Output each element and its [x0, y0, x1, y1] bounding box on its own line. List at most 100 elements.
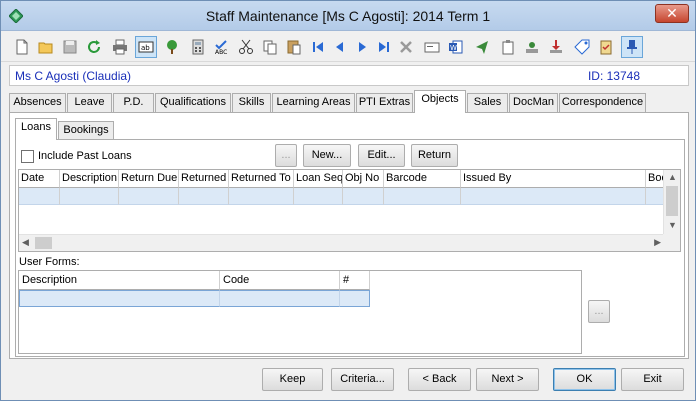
table-cell[interactable]: [294, 188, 343, 205]
tab-absences[interactable]: Absences: [9, 93, 66, 112]
tab-pti-extras[interactable]: PTI Extras: [356, 93, 413, 112]
last-record-icon[interactable]: [373, 36, 395, 58]
column-header-loan-seq[interactable]: Loan Seq: [294, 170, 343, 188]
card-icon[interactable]: [421, 36, 443, 58]
column-header-issued-by[interactable]: Issued By: [461, 170, 646, 188]
tab-sales[interactable]: Sales: [467, 93, 508, 112]
table-cell[interactable]: [229, 188, 294, 205]
column-header-returned-to[interactable]: Returned To: [229, 170, 294, 188]
staff-maintenance-window: Staff Maintenance [Ms C Agosti]: 2014 Te…: [0, 0, 696, 401]
column-header-returned[interactable]: Returned: [179, 170, 229, 188]
new-loan-button[interactable]: New...: [303, 144, 351, 167]
horizontal-scrollbar[interactable]: ◀ ▶: [19, 234, 665, 251]
column-header-obj-no[interactable]: Obj No: [343, 170, 384, 188]
close-button[interactable]: ✕: [655, 4, 689, 23]
print-icon[interactable]: [109, 36, 131, 58]
column-header-return-due[interactable]: Return Due: [119, 170, 179, 188]
column-header-number[interactable]: #: [340, 271, 370, 290]
tag-icon[interactable]: [571, 36, 593, 58]
download-icon[interactable]: [545, 36, 567, 58]
column-header-barcode[interactable]: Barcode: [384, 170, 461, 188]
ok-button[interactable]: OK: [553, 368, 616, 391]
tab-correspondence[interactable]: Correspondence: [559, 93, 646, 112]
checklist-icon[interactable]: [595, 36, 617, 58]
copy-icon[interactable]: [259, 36, 281, 58]
column-header-date[interactable]: Date: [19, 170, 60, 188]
first-record-icon[interactable]: [307, 36, 329, 58]
table-cell[interactable]: [19, 290, 220, 307]
tab-leave[interactable]: Leave: [67, 93, 112, 112]
tab-learning-areas[interactable]: Learning Areas: [272, 93, 355, 112]
window-title: Staff Maintenance [Ms C Agosti]: 2014 Te…: [205, 8, 491, 24]
table-cell[interactable]: [384, 188, 461, 205]
user-forms-label: User Forms:: [19, 256, 80, 268]
subtab-loans[interactable]: Loans: [15, 118, 57, 140]
table-cell[interactable]: [179, 188, 229, 205]
edit-loan-button[interactable]: Edit...: [358, 144, 405, 167]
table-cell[interactable]: [19, 188, 60, 205]
pin-icon[interactable]: [621, 36, 643, 58]
paste-icon[interactable]: [283, 36, 305, 58]
previous-record-icon[interactable]: [329, 36, 351, 58]
text-field-icon[interactable]: ab: [135, 36, 157, 58]
loans-table[interactable]: Date Description Return Due Returned Ret…: [18, 169, 681, 252]
student-id: ID: 13748: [587, 69, 640, 83]
table-cell[interactable]: [119, 188, 179, 205]
column-header-description[interactable]: Description: [60, 170, 119, 188]
scroll-right-arrow-icon[interactable]: ▶: [654, 237, 661, 248]
tab-docman[interactable]: DocMan: [509, 93, 558, 112]
svg-text:W: W: [450, 44, 457, 52]
back-button[interactable]: < Back: [408, 368, 471, 391]
toolbar: ab ABC W: [1, 32, 695, 62]
student-info-bar: Ms C Agosti (Claudia) ID: 13748: [9, 65, 689, 86]
refresh-icon[interactable]: [83, 36, 105, 58]
svg-text:ABC: ABC: [215, 49, 227, 55]
spellcheck-icon[interactable]: ABC: [211, 36, 233, 58]
vertical-scroll-thumb[interactable]: [666, 186, 678, 216]
table-cell[interactable]: [60, 188, 119, 205]
save-icon[interactable]: [59, 36, 81, 58]
next-button[interactable]: Next >: [476, 368, 539, 391]
keep-button[interactable]: Keep: [262, 368, 323, 391]
delete-icon[interactable]: [395, 36, 417, 58]
table-cell[interactable]: [220, 290, 340, 307]
table-cell[interactable]: [343, 188, 384, 205]
subtab-bookings[interactable]: Bookings: [58, 121, 114, 139]
calculator-icon[interactable]: [187, 36, 209, 58]
table-cell[interactable]: [340, 290, 370, 307]
tab-skills[interactable]: Skills: [232, 93, 271, 112]
loans-panel: Include Past Loans ... New... Edit... Re…: [15, 139, 685, 357]
send-icon[interactable]: [471, 36, 493, 58]
return-loan-button[interactable]: Return: [411, 144, 458, 167]
checkbox-box[interactable]: [21, 150, 34, 163]
column-header-code[interactable]: Code: [220, 271, 340, 290]
include-past-loans-label: Include Past Loans: [38, 150, 132, 162]
title-bar: Staff Maintenance [Ms C Agosti]: 2014 Te…: [1, 1, 695, 31]
stamp-icon[interactable]: [521, 36, 543, 58]
scroll-up-arrow-icon[interactable]: ▲: [668, 172, 677, 182]
svg-text:ab: ab: [141, 44, 150, 52]
cut-icon[interactable]: [235, 36, 257, 58]
tab-objects[interactable]: Objects: [414, 90, 466, 113]
table-cell[interactable]: [461, 188, 646, 205]
word-icon[interactable]: W: [445, 36, 467, 58]
clipboard-icon[interactable]: [497, 36, 519, 58]
user-forms-ellipsis-button[interactable]: ...: [588, 300, 610, 323]
loans-ellipsis-button[interactable]: ...: [275, 144, 297, 167]
user-forms-table[interactable]: Description Code #: [18, 270, 582, 354]
tab-qualifications[interactable]: Qualifications: [155, 93, 231, 112]
exit-button[interactable]: Exit: [621, 368, 684, 391]
objects-tab-panel: Loans Bookings Include Past Loans ... Ne…: [9, 112, 689, 359]
vertical-scrollbar[interactable]: ▲ ▼: [663, 170, 680, 235]
tree-icon[interactable]: [161, 36, 183, 58]
criteria-button[interactable]: Criteria...: [331, 368, 394, 391]
column-header-description[interactable]: Description: [19, 271, 220, 290]
horizontal-scroll-thumb[interactable]: [35, 237, 52, 249]
next-record-icon[interactable]: [351, 36, 373, 58]
scroll-left-arrow-icon[interactable]: ◀: [22, 237, 29, 248]
tab-pd[interactable]: P.D.: [113, 93, 154, 112]
scroll-down-arrow-icon[interactable]: ▼: [668, 220, 677, 230]
open-icon[interactable]: [35, 36, 57, 58]
dialog-button-bar: Keep Criteria... < Back Next > OK Exit: [1, 363, 695, 401]
new-icon[interactable]: [11, 36, 33, 58]
